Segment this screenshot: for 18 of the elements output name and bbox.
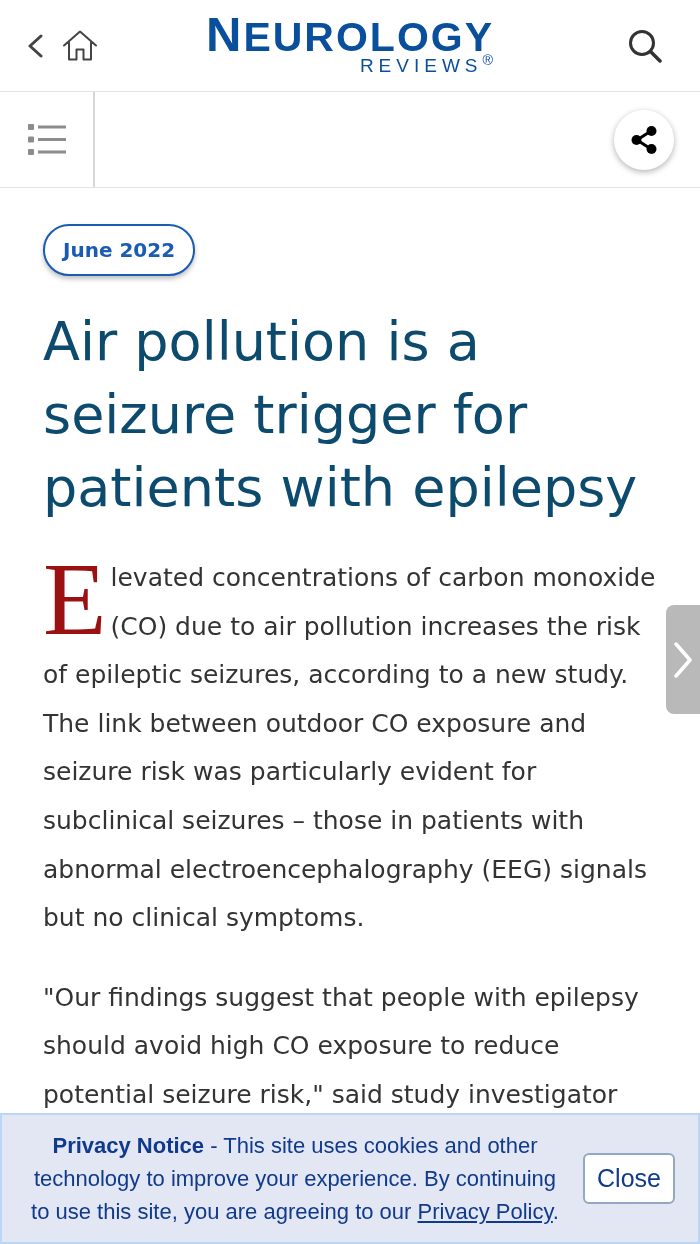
share-button[interactable] (614, 109, 674, 170)
article-title: Air pollution is a seizure trigger for patients with epilepsy (43, 309, 639, 521)
home-button[interactable] (62, 30, 98, 61)
privacy-notice-text: Privacy Notice - This site uses cookies and other technology to improve your experience. By continuing to use this site, you are agreeing to our Privacy Policy. (31, 1132, 559, 1226)
back-chevron-icon (27, 33, 43, 58)
list-menu-icon (27, 124, 66, 155)
privacy-policy-link[interactable]: Privacy Policy (417, 1199, 553, 1224)
back-button[interactable] (27, 33, 43, 58)
home-icon (62, 30, 98, 61)
close-button[interactable]: Close (583, 1153, 675, 1204)
search-button[interactable] (628, 28, 662, 63)
logo-tagline[interactable]: REVIEWS$^{®}$ (359, 56, 498, 75)
share-icon (631, 125, 657, 154)
issue-date-badge[interactable]: June 2022 (43, 224, 196, 276)
chevron-right-icon (674, 641, 692, 678)
search-icon (628, 28, 662, 63)
article-paragraph: "Our findings suggest that people with epilepsy should avoid high CO exposure to reduce potential seizure risk," said study investigator (43, 981, 640, 1111)
logo-wordmark[interactable]: NEUROLOGY (206, 16, 494, 55)
